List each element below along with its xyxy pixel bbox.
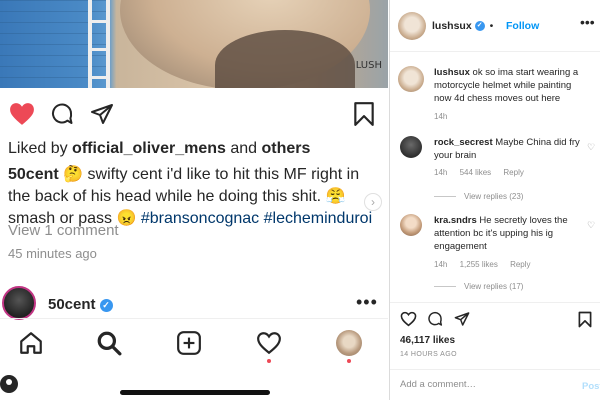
hashtag-link[interactable]: #lecheminduroi bbox=[264, 210, 373, 227]
comment-time: 14h bbox=[434, 260, 448, 269]
comment-meta: 14h 1,255 likes Reply bbox=[434, 260, 541, 269]
avatar[interactable] bbox=[2, 286, 36, 320]
comment-username[interactable]: lushsux bbox=[434, 67, 470, 78]
post-photo[interactable]: LUSH bbox=[0, 0, 388, 88]
comment-icon[interactable] bbox=[427, 311, 443, 327]
notification-dot bbox=[267, 359, 271, 363]
comment-button[interactable] bbox=[48, 100, 76, 128]
heart-icon[interactable] bbox=[400, 311, 417, 327]
comment-likes[interactable]: 1,255 likes bbox=[460, 260, 498, 269]
next-post-username[interactable]: 50cent ✓ bbox=[48, 296, 113, 313]
comment-meta: 14h bbox=[434, 112, 457, 121]
search-icon bbox=[97, 331, 122, 356]
tab-profile[interactable] bbox=[334, 327, 364, 363]
add-comment-input[interactable] bbox=[400, 379, 570, 390]
liked-by-user[interactable]: official_oliver_mens bbox=[72, 140, 226, 157]
comment-text: rock_secrest Maybe China did fry your br… bbox=[434, 136, 584, 162]
share-button[interactable] bbox=[88, 100, 116, 128]
ladder-rail bbox=[88, 0, 92, 88]
post-actions bbox=[8, 100, 380, 128]
ladder-rung bbox=[88, 20, 110, 23]
comment-text: lushsux ok so ima start wearing a motorc… bbox=[434, 66, 584, 105]
avatar bbox=[336, 330, 362, 356]
comment-username[interactable]: kra.sndrs bbox=[434, 215, 477, 226]
comment-item: rock_secrest Maybe China did fry your br… bbox=[390, 136, 600, 206]
bottom-tab-bar bbox=[0, 318, 388, 368]
comment-like-icon[interactable]: ♡ bbox=[587, 220, 595, 231]
brick-wall bbox=[0, 0, 110, 88]
post-date: 14 HOURS AGO bbox=[400, 351, 457, 358]
send-icon bbox=[91, 104, 113, 124]
next-post-username-text: 50cent bbox=[48, 296, 96, 313]
liked-by-others[interactable]: others bbox=[262, 140, 311, 157]
tab-activity[interactable] bbox=[254, 327, 284, 363]
tab-home[interactable] bbox=[16, 327, 46, 359]
verified-badge-icon: ✓ bbox=[99, 298, 113, 312]
more-options-icon[interactable]: ••• bbox=[356, 292, 378, 313]
comment-text: kra.sndrs He secretly loves the attentio… bbox=[434, 214, 584, 253]
post-caption: 50cent 🤔 swifty cent i'd like to hit thi… bbox=[8, 164, 383, 230]
heart-filled-icon bbox=[10, 103, 34, 125]
plus-square-icon bbox=[177, 331, 201, 355]
likes-count[interactable]: 46,117 likes bbox=[400, 335, 455, 346]
comment-meta: 14h 544 likes Reply bbox=[434, 168, 534, 177]
view-comments-link[interactable]: View 1 comment bbox=[8, 222, 119, 239]
ladder-rung bbox=[88, 76, 110, 79]
post-actions-panel: 46,117 likes 14 HOURS AGO Post bbox=[390, 302, 600, 400]
view-replies-link[interactable]: View replies (17) bbox=[434, 282, 523, 291]
comment-time: 14h bbox=[434, 112, 448, 121]
ladder-rail bbox=[106, 0, 110, 88]
save-button[interactable] bbox=[350, 100, 378, 128]
view-replies-link[interactable]: View replies (23) bbox=[434, 192, 523, 201]
post-author[interactable]: lushsux ✓ • bbox=[432, 20, 495, 32]
avatar[interactable] bbox=[400, 214, 422, 236]
home-indicator[interactable] bbox=[120, 390, 270, 395]
chevron-right-icon[interactable]: › bbox=[364, 193, 382, 211]
heart-icon bbox=[257, 332, 281, 355]
liked-by-joiner: and bbox=[230, 140, 258, 157]
comment-item: kra.sndrs He secretly loves the attentio… bbox=[390, 214, 600, 294]
avatar[interactable] bbox=[398, 66, 424, 92]
bookmark-icon bbox=[354, 102, 374, 126]
reply-button[interactable]: Reply bbox=[510, 260, 530, 269]
verified-badge-icon: ✓ bbox=[474, 21, 485, 32]
ladder-rung bbox=[88, 48, 110, 51]
caption-comment: lushsux ok so ima start wearing a motorc… bbox=[390, 66, 600, 126]
next-post-header: 50cent ✓ ••• bbox=[0, 284, 388, 320]
liked-by: Liked by official_oliver_mens and others bbox=[8, 140, 310, 158]
caption-username[interactable]: 50cent bbox=[8, 166, 59, 183]
avatar[interactable] bbox=[398, 12, 426, 40]
post-comment-button[interactable]: Post bbox=[582, 381, 600, 392]
more-options-icon[interactable]: ••• bbox=[580, 14, 595, 30]
add-comment-bar: Post bbox=[390, 369, 600, 401]
liked-by-prefix: Liked by bbox=[8, 140, 68, 157]
bookmark-icon[interactable] bbox=[578, 311, 592, 328]
avatar[interactable] bbox=[400, 136, 422, 158]
comment-likes[interactable]: 544 likes bbox=[460, 168, 492, 177]
mobile-feed: LUSH Liked by official_oliver_mens and o… bbox=[0, 0, 388, 400]
dot-separator: • bbox=[489, 20, 494, 32]
comment-icon bbox=[52, 103, 73, 124]
hashtag-link[interactable]: #bransoncognac bbox=[141, 210, 259, 227]
post-header: lushsux ✓ • Follow ••• bbox=[390, 0, 600, 52]
comment-time: 14h bbox=[434, 168, 448, 177]
comment-username[interactable]: rock_secrest bbox=[434, 137, 493, 148]
comment-like-icon[interactable]: ♡ bbox=[587, 142, 595, 153]
tab-search[interactable] bbox=[94, 327, 124, 359]
follow-button[interactable]: Follow bbox=[506, 20, 539, 32]
account-icon[interactable] bbox=[0, 375, 18, 393]
like-button[interactable] bbox=[8, 100, 36, 128]
notification-dot bbox=[347, 359, 351, 363]
post-timestamp: 45 minutes ago bbox=[8, 246, 97, 261]
send-icon[interactable] bbox=[454, 311, 470, 327]
tab-new-post[interactable] bbox=[174, 327, 204, 359]
reply-button[interactable]: Reply bbox=[503, 168, 523, 177]
photo-watermark: LUSH bbox=[355, 60, 382, 71]
post-author-name: lushsux bbox=[432, 20, 472, 32]
home-icon bbox=[20, 332, 42, 354]
desktop-post-panel: lushsux ✓ • Follow ••• lushsux ok so ima … bbox=[389, 0, 600, 400]
